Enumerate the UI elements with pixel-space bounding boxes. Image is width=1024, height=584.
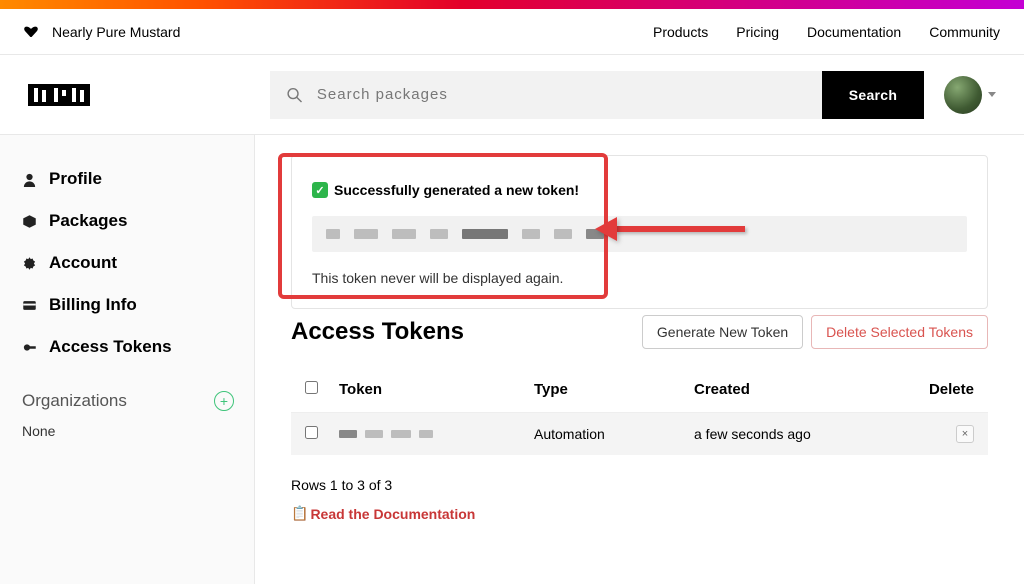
token-warning: This token never will be displayed again… — [312, 270, 967, 286]
col-type: Type — [534, 381, 694, 398]
read-docs-link[interactable]: 📋 Read the Documentation — [291, 505, 988, 522]
search-form: Search — [270, 71, 924, 119]
row-checkbox[interactable] — [305, 426, 318, 439]
sidebar-item-label: Billing Info — [49, 295, 137, 315]
tokens-table-header: Token Type Created Delete — [291, 367, 988, 413]
search-icon — [286, 86, 303, 104]
avatar — [944, 76, 982, 114]
row-token-masked — [339, 430, 534, 438]
organizations-heading: Organizations — [22, 391, 127, 411]
heart-icon — [24, 26, 38, 38]
search-input[interactable] — [317, 86, 806, 103]
organizations-none: None — [0, 415, 254, 447]
clipboard-icon: 📋 — [291, 505, 308, 522]
col-token: Token — [339, 381, 534, 398]
search-button[interactable]: Search — [822, 71, 924, 119]
credit-card-icon — [22, 298, 37, 313]
sidebar-item-label: Profile — [49, 169, 102, 189]
success-message: ✓ Successfully generated a new token! — [312, 182, 967, 198]
table-row: Automation a few seconds ago × — [291, 413, 988, 455]
header: Search — [0, 55, 1024, 135]
tagline-text: Nearly Pure Mustard — [52, 24, 180, 40]
token-notice-card: ✓ Successfully generated a new token! Th… — [291, 155, 988, 309]
main-content: ✓ Successfully generated a new token! Th… — [255, 135, 1024, 584]
sidebar-item-profile[interactable]: Profile — [0, 163, 254, 195]
nav-pricing[interactable]: Pricing — [736, 24, 779, 40]
chevron-down-icon — [988, 92, 996, 97]
brand-gradient-bar — [0, 0, 1024, 9]
package-icon — [22, 214, 37, 229]
top-links: Products Pricing Documentation Community — [653, 24, 1000, 40]
sidebar-item-label: Packages — [49, 211, 127, 231]
token-value[interactable] — [312, 216, 967, 252]
row-created: a few seconds ago — [694, 426, 914, 442]
page-title: Access Tokens — [291, 318, 464, 346]
add-org-button[interactable]: + — [214, 391, 234, 411]
success-text: Successfully generated a new token! — [334, 182, 579, 198]
sidebar-item-packages[interactable]: Packages — [0, 205, 254, 237]
row-delete-button[interactable]: × — [956, 425, 974, 443]
col-delete: Delete — [914, 381, 974, 398]
check-icon: ✓ — [312, 182, 328, 198]
top-nav: Nearly Pure Mustard Products Pricing Doc… — [0, 9, 1024, 55]
search-input-wrap[interactable] — [270, 71, 822, 119]
npm-logo[interactable] — [28, 84, 90, 106]
nav-community[interactable]: Community — [929, 24, 1000, 40]
select-all-checkbox[interactable] — [305, 381, 318, 394]
sidebar-item-access-tokens[interactable]: Access Tokens — [0, 331, 254, 363]
generate-token-button[interactable]: Generate New Token — [642, 315, 803, 349]
pagination-text: Rows 1 to 3 of 3 — [291, 477, 988, 493]
user-icon — [22, 172, 37, 187]
sidebar-item-account[interactable]: Account — [0, 247, 254, 279]
sidebar: Profile Packages Account Billing Info Ac… — [0, 135, 255, 584]
delete-selected-button[interactable]: Delete Selected Tokens — [811, 315, 988, 349]
user-menu[interactable] — [944, 76, 996, 114]
row-type: Automation — [534, 426, 694, 442]
sidebar-item-label: Access Tokens — [49, 337, 172, 357]
nav-products[interactable]: Products — [653, 24, 708, 40]
sidebar-item-billing[interactable]: Billing Info — [0, 289, 254, 321]
col-created: Created — [694, 381, 914, 398]
gear-icon — [22, 256, 37, 271]
key-icon — [22, 340, 37, 355]
sidebar-item-label: Account — [49, 253, 117, 273]
nav-documentation[interactable]: Documentation — [807, 24, 901, 40]
read-docs-label: Read the Documentation — [310, 506, 475, 522]
